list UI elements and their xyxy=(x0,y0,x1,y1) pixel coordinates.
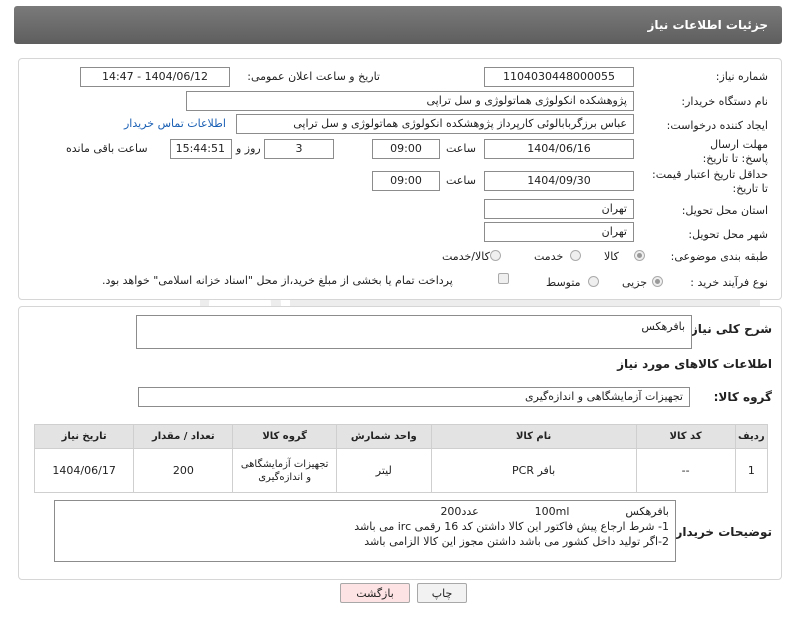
col-code: کد کالا xyxy=(635,424,736,449)
category-radio-goods-service[interactable] xyxy=(490,250,501,261)
goods-table-header: ردیف کد کالا نام کالا واحد شمارش گروه کا… xyxy=(33,424,769,449)
cell-code: -- xyxy=(635,448,736,493)
process-radio-minor[interactable] xyxy=(652,276,663,287)
need-number-field: 1104030448000055 xyxy=(484,67,634,87)
buyer-org-label: نام دستگاه خریدار: xyxy=(681,95,768,108)
price-validity-label: حداقل تاریخ اعتبار قیمت: تا تاریخ: xyxy=(652,168,768,195)
requester-field: عباس برزگربابالوئی کارپرداز پژوهشکده انک… xyxy=(236,114,634,134)
buyer-notes-field: بافرهکس 100ml عدد200 1- شرط ارجاع پیش فا… xyxy=(54,500,676,562)
remaining-time-field: 15:44:51 xyxy=(170,139,232,159)
category-radio-goods[interactable] xyxy=(634,250,645,261)
reply-time-label: ساعت xyxy=(446,142,476,155)
delivery-city-label: شهر محل تحویل: xyxy=(688,228,768,241)
remaining-time-label: ساعت باقی مانده xyxy=(66,142,148,155)
summary-field: بافرهکس xyxy=(136,315,692,349)
buyer-notes-line-2: 1- شرط ارجاع پیش فاکتور این کالا داشتن ک… xyxy=(354,520,669,533)
delivery-province-field: تهران xyxy=(484,199,634,219)
days-field: 3 xyxy=(264,139,334,159)
buyer-contact-link[interactable]: اطلاعات تماس خریدار xyxy=(124,117,226,130)
delivery-province-label: استان محل تحویل: xyxy=(681,204,768,217)
cell-date: 1404/06/17 xyxy=(33,448,135,493)
days-label: روز و xyxy=(236,142,261,155)
category-option-goods-service: کالا/خدمت xyxy=(442,250,490,263)
announce-label: تاریخ و ساعت اعلان عمومی: xyxy=(247,70,380,83)
buyer-notes-label: توضیحات خریدار: xyxy=(670,525,772,539)
category-radio-service[interactable] xyxy=(570,250,581,261)
category-label: طبقه بندی موضوعی: xyxy=(670,250,768,263)
reply-time-field: 09:00 xyxy=(372,139,440,159)
table-row: 1 -- بافر PCR لیتر تجهیزات آزمایشگاهی و … xyxy=(33,448,769,493)
buyer-org-field: پژوهشکده انکولوژی هماتولوژی و سل تراپی xyxy=(186,91,634,111)
process-option-medium: متوسط xyxy=(546,276,581,289)
requester-label: ایجاد کننده درخواست: xyxy=(666,119,768,132)
col-row: ردیف xyxy=(734,424,769,449)
price-date-field: 1404/09/30 xyxy=(484,171,634,191)
delivery-city-field: تهران xyxy=(484,222,634,242)
cell-name: بافر PCR xyxy=(430,448,637,493)
need-number-label: شماره نیاز: xyxy=(715,70,768,83)
goods-group-field: تجهیزات آزمایشگاهی و اندازه‌گیری xyxy=(138,387,690,407)
cell-row: 1 xyxy=(734,448,769,493)
reply-date-field: 1404/06/16 xyxy=(484,139,634,159)
treasury-payment-note: پرداخت تمام یا بخشی از مبلغ خرید،از محل … xyxy=(102,274,453,287)
announce-field: 1404/06/12 - 14:47 xyxy=(80,67,230,87)
reply-deadline-label: مهلت ارسال پاسخ: تا تاریخ: xyxy=(702,138,768,165)
cell-group: تجهیزات آزمایشگاهی و اندازه‌گیری xyxy=(232,448,337,493)
price-time-field: 09:00 xyxy=(372,171,440,191)
process-radio-medium[interactable] xyxy=(588,276,599,287)
goods-group-label: گروه کالا: xyxy=(713,390,772,404)
cell-unit: لیتر xyxy=(335,448,432,493)
category-option-goods: کالا xyxy=(604,250,619,263)
price-time-label: ساعت xyxy=(446,174,476,187)
col-group: گروه کالا xyxy=(232,424,337,449)
print-button[interactable]: چاپ xyxy=(417,583,467,603)
process-label: نوع فرآیند خرید : xyxy=(690,276,768,289)
page-header: جزئیات اطلاعات نیاز xyxy=(14,6,782,44)
back-button[interactable]: بازگشت xyxy=(340,583,410,603)
buyer-notes-line-1: بافرهکس 100ml عدد200 xyxy=(440,505,669,518)
cell-qty: 200 xyxy=(133,448,234,493)
page-title: جزئیات اطلاعات نیاز xyxy=(647,18,768,32)
goods-section-title: اطلاعات کالاهای مورد نیاز xyxy=(617,357,772,371)
col-unit: واحد شمارش xyxy=(335,424,432,449)
summary-label: شرح کلی نیاز: xyxy=(686,322,772,336)
buyer-notes-line-3: 2-اگر تولید داخل کشور می باشد داشتن مجوز… xyxy=(364,535,669,548)
process-option-minor: جزیی xyxy=(622,276,648,289)
col-date: تاریخ نیاز xyxy=(33,424,135,449)
col-qty: تعداد / مقدار xyxy=(133,424,234,449)
category-option-service: خدمت xyxy=(534,250,564,263)
treasury-payment-checkbox[interactable] xyxy=(498,273,509,284)
goods-table: ردیف کد کالا نام کالا واحد شمارش گروه کا… xyxy=(33,424,769,493)
col-name: نام کالا xyxy=(430,424,637,449)
